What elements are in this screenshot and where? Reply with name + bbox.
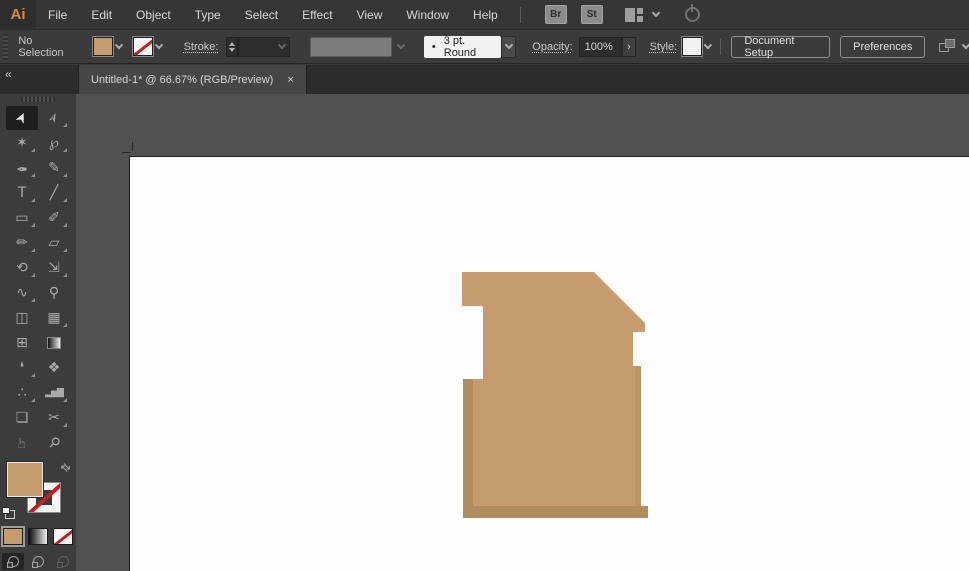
document-setup-button[interactable]: Document Setup: [731, 35, 831, 59]
width-profile-preview[interactable]: [310, 36, 393, 57]
brush-bullet-icon: •: [431, 40, 436, 53]
stroke-weight-chevron-icon[interactable]: [278, 40, 287, 50]
rotate-tool[interactable]: ⟲: [6, 256, 38, 280]
direct-selection-tool[interactable]: ➢: [38, 106, 70, 130]
line-segment-tool[interactable]: ╱: [38, 181, 70, 205]
eyedropper-tool[interactable]: ❛: [6, 356, 38, 380]
brush-definition-value: 3 pt. Round: [443, 34, 477, 59]
workspace-switcher-icon[interactable]: [624, 7, 643, 22]
column-graph-tool[interactable]: ▂▅▇: [38, 381, 70, 405]
mesh-tool[interactable]: ⊞: [6, 331, 38, 355]
swap-fill-stroke-icon[interactable]: ⇄: [58, 460, 74, 476]
width-profile-chevron-icon: [397, 40, 406, 50]
selection-status: No Selection: [18, 34, 64, 59]
menu-view[interactable]: View: [345, 0, 395, 30]
slice-tool[interactable]: ✂: [38, 406, 70, 430]
stroke-color-chevron-icon[interactable]: [154, 40, 163, 50]
crop-mark: [132, 142, 133, 151]
tab-bar: « Untitled-1* @ 66.67% (RGB/Preview) ×: [0, 65, 969, 94]
panel-options-icon[interactable]: [939, 39, 956, 54]
menu-effect[interactable]: Effect: [290, 0, 344, 30]
blend-tool[interactable]: ❖: [38, 356, 70, 380]
rectangle-tool[interactable]: ▭: [6, 206, 38, 230]
scale-tool[interactable]: ⇲: [38, 256, 70, 280]
tools-panel-grip[interactable]: [21, 97, 55, 102]
document-tab-title: Untitled-1* @ 66.67% (RGB/Preview): [91, 73, 274, 86]
panel-options-chevron-icon[interactable]: [962, 40, 969, 50]
bridge-button[interactable]: Br: [544, 5, 567, 24]
magic-wand-tool[interactable]: ✶: [6, 131, 38, 155]
style-chevron-icon[interactable]: [703, 40, 712, 50]
gradient-mode-button[interactable]: [28, 528, 48, 545]
opacity-label[interactable]: Opacity:: [532, 41, 572, 53]
shape-builder-tool[interactable]: ◫: [6, 306, 38, 330]
stock-button[interactable]: St: [580, 5, 603, 24]
menu-edit[interactable]: Edit: [79, 0, 124, 30]
artboard-tool[interactable]: ❏: [6, 406, 38, 430]
opacity-next-button[interactable]: ›: [622, 36, 636, 57]
stroke-weight-stepper[interactable]: [226, 36, 239, 57]
tab-close-icon[interactable]: ×: [287, 74, 293, 86]
zoom-tool[interactable]: ⚲: [38, 431, 70, 455]
stroke-label[interactable]: Stroke:: [184, 41, 219, 53]
artboard[interactable]: [129, 156, 969, 571]
menu-select[interactable]: Select: [233, 0, 290, 30]
pencil-tool[interactable]: ✏: [6, 231, 38, 255]
none-mode-button[interactable]: [53, 528, 73, 545]
opacity-field[interactable]: 100%: [578, 36, 623, 57]
illustrator-logo: Ai: [0, 0, 36, 30]
draw-normal-button[interactable]: [2, 553, 24, 570]
control-bar: No Selection Stroke: • 3 pt. Round Opaci…: [0, 30, 969, 64]
canvas-area[interactable]: [76, 94, 969, 571]
type-tool[interactable]: T: [6, 181, 38, 205]
document-tab[interactable]: Untitled-1* @ 66.67% (RGB/Preview) ×: [78, 65, 307, 94]
perspective-grid-tool[interactable]: ▦: [38, 306, 70, 330]
menu-file[interactable]: File: [36, 0, 79, 30]
menu-type[interactable]: Type: [183, 0, 233, 30]
draw-behind-button[interactable]: [27, 553, 49, 570]
curvature-tool[interactable]: ✎: [38, 156, 70, 180]
tools-grid: ➤ ➢ ✶ ℘ ✒ ✎ T ╱ ▭ ✐ ✏ ▱ ⟲ ⇲ ∿ ⚲ ◫ ▦ ⊞ ❛ …: [0, 106, 76, 455]
default-fill-stroke-icon[interactable]: [2, 507, 15, 519]
menu-window[interactable]: Window: [394, 0, 461, 30]
fill-stroke-indicator: ⇄: [0, 460, 76, 521]
menu-bar: Ai File Edit Object Type Select Effect V…: [0, 0, 969, 30]
draw-inside-button[interactable]: [52, 553, 74, 570]
pen-tool[interactable]: ✒: [6, 156, 38, 180]
hand-tool[interactable]: ☞: [6, 431, 38, 455]
puppet-warp-tool[interactable]: ⚲: [38, 281, 70, 305]
width-tool[interactable]: ∿: [6, 281, 38, 305]
paintbrush-tool[interactable]: ✐: [38, 206, 70, 230]
fill-color-chevron-icon[interactable]: [114, 40, 123, 50]
crop-mark: [122, 152, 131, 153]
gradient-tool-icon: [47, 337, 61, 349]
stroke-color-swatch[interactable]: [132, 36, 155, 57]
menu-help[interactable]: Help: [461, 0, 510, 30]
menu-object[interactable]: Object: [124, 0, 183, 30]
drawing-modes-row: [0, 553, 76, 570]
fill-color-swatch[interactable]: [91, 36, 114, 57]
collapse-panel-icon[interactable]: «: [5, 67, 12, 81]
fill-indicator-swatch[interactable]: [6, 461, 44, 498]
style-label[interactable]: Style:: [650, 41, 678, 53]
eraser-tool[interactable]: ▱: [38, 231, 70, 255]
brush-definition-chevron-button[interactable]: [500, 35, 517, 58]
menu-separator: [519, 6, 521, 23]
tools-panel: ➤ ➢ ✶ ℘ ✒ ✎ T ╱ ▭ ✐ ✏ ▱ ⟲ ⇲ ∿ ⚲ ◫ ▦ ⊞ ❛ …: [0, 94, 76, 571]
selection-tool[interactable]: ➤: [6, 106, 38, 130]
sync-settings-icon[interactable]: [684, 4, 700, 22]
style-swatch[interactable]: [681, 36, 703, 57]
lasso-tool[interactable]: ℘: [38, 131, 70, 155]
stroke-weight-field[interactable]: [238, 36, 291, 57]
symbol-sprayer-tool[interactable]: ∴: [6, 381, 38, 405]
paint-style-row: [0, 526, 76, 547]
panel-grip[interactable]: [3, 33, 9, 60]
preferences-button[interactable]: Preferences: [840, 35, 926, 58]
brush-definition-dropdown[interactable]: • 3 pt. Round: [423, 34, 501, 59]
control-separator: [720, 38, 722, 55]
color-mode-button[interactable]: [1, 526, 25, 547]
gradient-tool[interactable]: [38, 331, 70, 355]
workspace-chevron-icon[interactable]: [651, 8, 660, 18]
